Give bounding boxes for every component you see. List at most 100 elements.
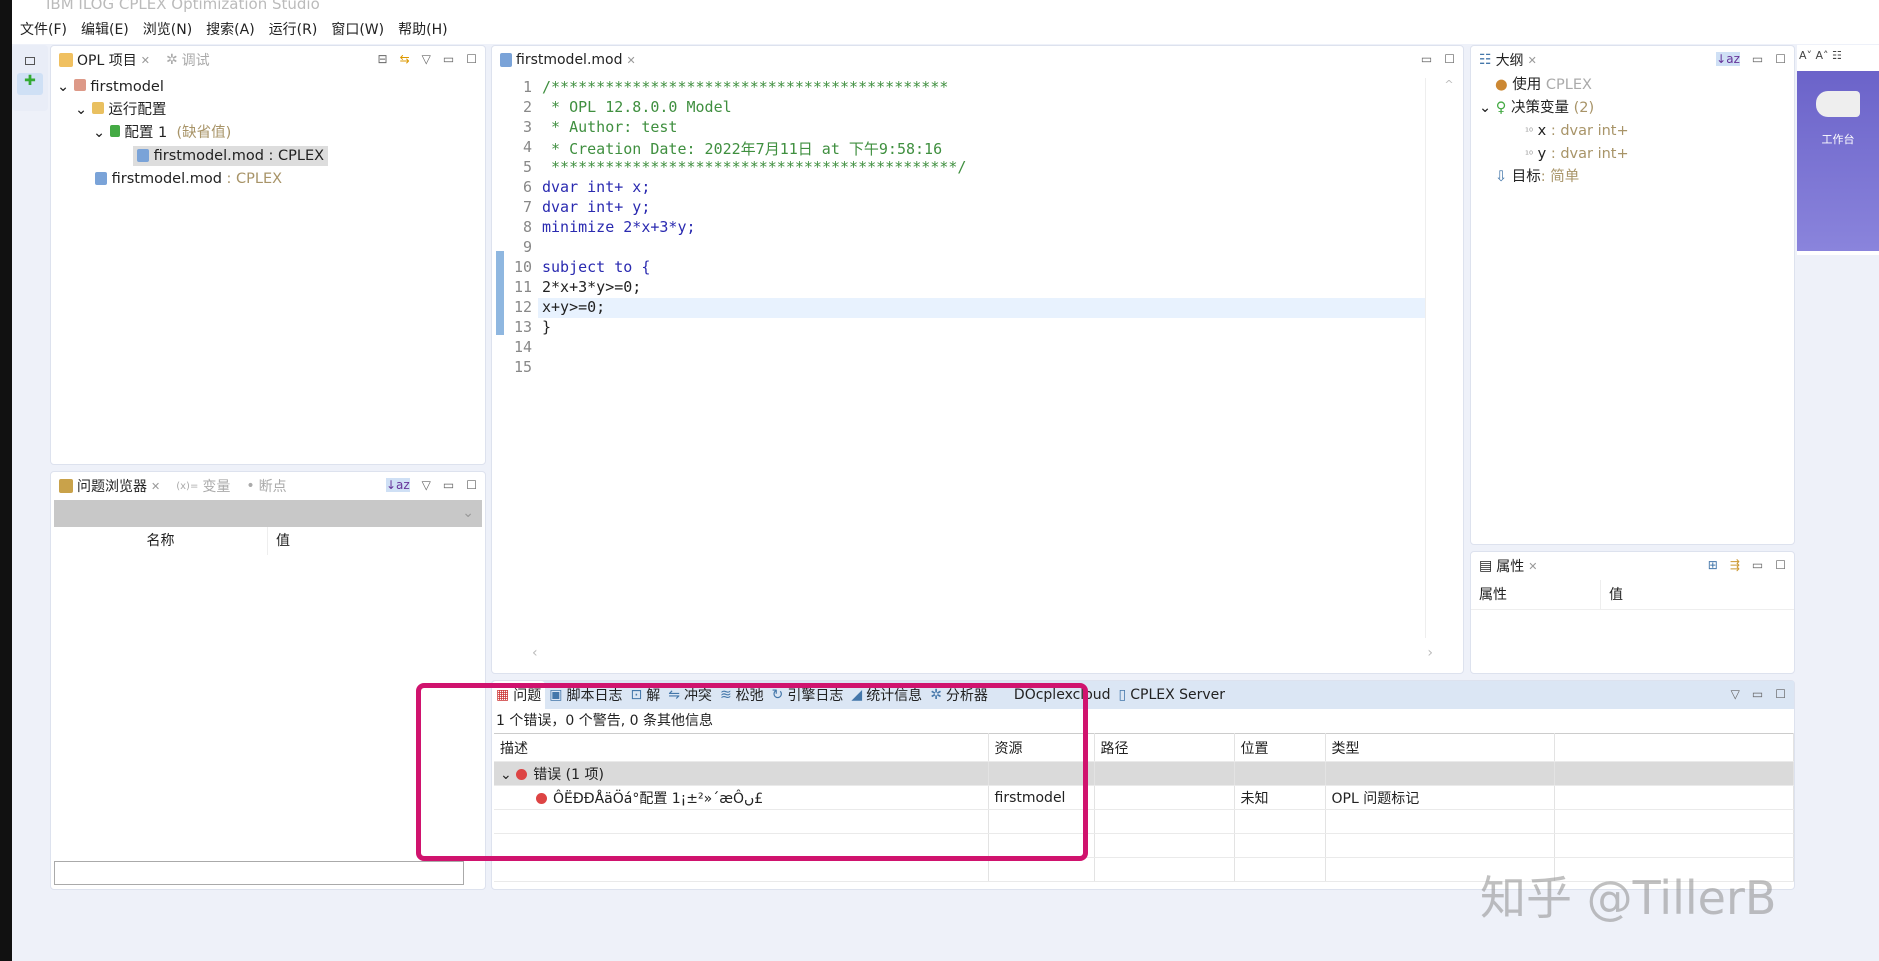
outline-use[interactable]: ● 使用 CPLEX [1479,74,1794,97]
tab-server[interactable]: ▯ CPLEX Server [1115,681,1230,709]
link-editor-icon[interactable]: ⇆ [400,52,410,66]
column-value[interactable]: 值 [1601,580,1623,609]
menu-navigate[interactable]: 浏览(N) [143,19,192,39]
menu-search[interactable]: 搜索(A) [206,19,255,39]
desktop-strip [0,0,12,961]
line-number: 8 [522,218,532,236]
model-file-icon [95,172,107,185]
debug-icon: ✲ [165,52,178,68]
tab-label: firstmodel.mod [516,52,623,68]
view-menu-icon[interactable]: ▽ [1731,687,1740,701]
advanced-icon[interactable]: ⇶ [1730,558,1740,572]
outline-x[interactable]: ¹⁰ x : dvar int+ [1479,120,1794,143]
minimize-icon[interactable]: ▭ [1752,687,1763,701]
problem-select[interactable]: ⌄ [54,500,482,527]
restore-icon[interactable] [25,57,35,65]
column-path[interactable]: 路径 [1094,733,1235,762]
maximize-icon[interactable]: ☐ [466,478,477,492]
label: firstmodel.mod [111,171,222,187]
code-line: subject to { [542,258,651,276]
label: x [1537,123,1547,139]
menu-edit[interactable]: 编辑(E) [81,19,129,39]
menu-window[interactable]: 窗口(W) [331,19,384,39]
current-line-highlight [538,298,1425,318]
type: : dvar int+ [1550,123,1629,139]
minimize-icon[interactable]: ▭ [1752,52,1763,66]
code-area[interactable]: 1 /**************************************… [496,78,1426,638]
font-size-controls[interactable]: A˅ A˄ ☷ [1797,45,1879,71]
tab-properties[interactable]: ▤ 属性 ✕ [1471,552,1546,580]
vertical-scrollbar[interactable]: ^ [1439,78,1459,638]
column-value[interactable]: 值 [268,527,290,555]
outline-y[interactable]: ¹⁰ y : dvar int+ [1479,143,1794,166]
opl-project-panel: OPL 项目 ✕ ✲ 调试 ⊟ ⇆ ▽ ▭ ☐ ⌄ firstmodel ⌄ 运行配置 ⌄ … [50,45,486,465]
type: OPL 问题标记 [1325,785,1555,810]
maximize-icon[interactable]: ☐ [1775,558,1786,572]
workbench-icon[interactable] [1816,91,1860,117]
label: firstmodel.mod : CPLEX [153,148,325,164]
minimize-icon[interactable]: ▭ [443,52,454,66]
tab-breakpoints[interactable]: • 断点 [238,472,294,500]
menu-bar: 文件(F) 编辑(E) 浏览(N) 搜索(A) 运行(R) 窗口(W) 帮助(H… [12,14,1879,44]
sort-icon[interactable]: ↓az [385,478,410,492]
tree-run-configs[interactable]: ⌄ 运行配置 [57,99,485,122]
window-title: IBM ILOG CPLEX Optimization Studio [12,0,1879,14]
close-icon[interactable]: ✕ [1528,560,1537,573]
tab-label: 大纲 [1495,53,1524,69]
engine-icon: ● [1495,77,1508,93]
tab-label: CPLEX Server [1130,687,1226,703]
tab-label: 断点 [258,479,287,495]
browser-icon [59,479,73,493]
tab-label: 调试 [181,53,210,69]
minimize-icon[interactable]: ▭ [1421,52,1432,66]
tab-opl-project[interactable]: OPL 项目 ✕ [51,46,158,74]
close-icon[interactable]: ✕ [151,480,160,493]
outline-icon: ☷ [1479,52,1492,68]
minimize-icon[interactable]: ▭ [443,478,454,492]
column-filler [1554,733,1794,762]
column-location[interactable]: 位置 [1234,733,1326,762]
highlight-box [416,683,1088,861]
maximize-icon[interactable]: ☐ [1444,52,1455,66]
tree-config[interactable]: ⌄ 配置 1 (缺省值) [57,122,485,145]
view-menu-icon[interactable]: ▽ [422,478,431,492]
tree-config-model[interactable]: firstmodel.mod : CPLEX [57,145,485,168]
label: 运行配置 [108,102,167,118]
workbench-label[interactable]: 工作台 [1822,133,1855,146]
close-icon[interactable]: ✕ [627,54,636,67]
categories-icon[interactable]: ⊞ [1708,558,1718,572]
minimize-icon[interactable]: ▭ [1752,558,1763,572]
tree-model-file[interactable]: firstmodel.mod : CPLEX [57,168,485,191]
outline-dvars[interactable]: ⌄ ♀ 决策变量 (2) [1479,97,1794,120]
collapse-all-icon[interactable]: ⊟ [378,52,388,66]
filter-input[interactable] [54,861,464,885]
sort-icon[interactable]: ↓az [1716,52,1740,66]
tab-outline[interactable]: ☷ 大纲 ✕ [1471,46,1545,74]
outline-goal[interactable]: ⇩ 目标: 简单 [1479,166,1794,189]
maximize-icon[interactable]: ☐ [466,52,477,66]
tab-label: 属性 [1496,559,1525,575]
maximize-icon[interactable]: ☐ [1775,52,1786,66]
line-number: 14 [513,338,532,356]
line-number: 12 [513,298,532,316]
close-icon[interactable]: ✕ [141,54,150,67]
menu-file[interactable]: 文件(F) [20,19,67,39]
server-icon: ▯ [1118,687,1127,703]
menu-run[interactable]: 运行(R) [269,19,318,39]
column-name[interactable]: 名称 [54,527,268,555]
tab-debug[interactable]: ✲ 调试 [158,46,218,74]
column-type[interactable]: 类型 [1325,733,1555,762]
tree-project[interactable]: ⌄ firstmodel [57,76,485,99]
close-icon[interactable]: ✕ [1528,54,1537,67]
maximize-icon[interactable]: ☐ [1775,687,1786,701]
line-number: 5 [522,158,532,176]
tab-firstmodel-mod[interactable]: firstmodel.mod ✕ [492,46,644,74]
tab-variables[interactable]: (x)= 变量 [168,472,238,500]
opl-perspective-icon[interactable]: ✚ [17,73,43,95]
folder-icon [91,102,104,114]
horizontal-scrollbar[interactable]: ‹ › [532,645,1433,665]
menu-help[interactable]: 帮助(H) [398,19,447,39]
view-menu-icon[interactable]: ▽ [422,52,431,66]
column-property[interactable]: 属性 [1471,580,1601,609]
tab-problem-browser[interactable]: 问题浏览器 ✕ [51,472,169,500]
